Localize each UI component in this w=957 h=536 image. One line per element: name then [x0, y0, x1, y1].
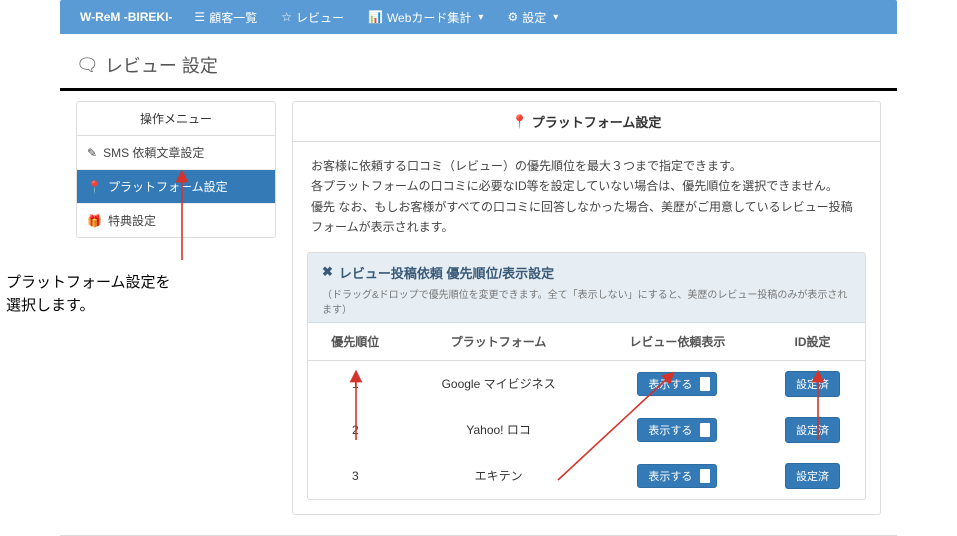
priority-table: 優先順位 プラットフォーム レビュー依頼表示 ID設定 1 Google マイビ… — [308, 323, 865, 499]
cell-order: 3 — [308, 453, 403, 499]
id-status-button[interactable]: 設定済 — [785, 417, 840, 443]
toggle-display[interactable]: 表示する — [637, 418, 717, 442]
gear-icon: ⚙ — [507, 10, 518, 24]
annotation-text: プラットフォーム設定を 選択します。 — [6, 272, 171, 317]
sidebar-item-benefit[interactable]: 🎁 特典設定 — [77, 204, 275, 237]
tools-icon: ✖ — [322, 264, 333, 280]
sidebar-item-label: 特典設定 — [108, 212, 156, 229]
table-row[interactable]: 1 Google マイビジネス 表示する 設定済 — [308, 360, 865, 407]
toggle-label: 表示する — [648, 468, 692, 484]
star-icon: ☆ — [281, 10, 292, 24]
table-row[interactable]: 2 Yahoo! ロコ 表示する 設定済 — [308, 407, 865, 453]
sidebar: 操作メニュー ✎ SMS 依頼文章設定 📍 プラットフォーム設定 🎁 特典設定 — [76, 101, 276, 238]
brand: W-ReM -BIREKI- — [70, 10, 182, 24]
id-status-button[interactable]: 設定済 — [785, 371, 840, 397]
priority-panel-title: レビュー投稿依頼 優先順位/表示設定 — [339, 263, 554, 282]
cell-platform: エキテン — [403, 453, 595, 499]
priority-panel: ✖ レビュー投稿依頼 優先順位/表示設定 （ドラッグ&ドロップで優先順位を変更で… — [307, 252, 866, 500]
nav-customers[interactable]: ☰ 顧客一覧 — [182, 9, 269, 26]
pin-icon: 📍 — [87, 180, 102, 194]
nav-label: 顧客一覧 — [209, 9, 257, 26]
toggle-knob — [700, 377, 710, 391]
priority-panel-note: （ドラッグ&ドロップで優先順位を変更できます。全て「表示しない」にすると、美歴の… — [322, 286, 851, 316]
cell-order: 2 — [308, 407, 403, 453]
col-platform: プラットフォーム — [403, 323, 595, 361]
pencil-icon: ✎ — [87, 146, 97, 160]
col-display: レビュー依頼表示 — [595, 323, 760, 361]
col-order: 優先順位 — [308, 323, 403, 361]
cell-order: 1 — [308, 360, 403, 407]
sidebar-item-label: SMS 依頼文章設定 — [103, 144, 204, 161]
speech-icon: 🗨 — [76, 55, 99, 76]
nav-label: Webカード集計 — [387, 9, 471, 26]
cell-platform: Google マイビジネス — [403, 360, 595, 407]
sidebar-item-sms[interactable]: ✎ SMS 依頼文章設定 — [77, 136, 275, 170]
nav-settings[interactable]: ⚙ 設定 — [495, 9, 570, 26]
nav-review[interactable]: ☆ レビュー — [269, 9, 356, 26]
chart-icon: 📊 — [368, 10, 383, 24]
navbar: W-ReM -BIREKI- ☰ 顧客一覧 ☆ レビュー 📊 Webカード集計 … — [60, 0, 897, 34]
pin-icon: 📍 — [512, 114, 528, 130]
cell-platform: Yahoo! ロコ — [403, 407, 595, 453]
desc-line: お客様に依頼する口コミ（レビュー）の優先順位を最大３つまで指定できます。 — [311, 156, 862, 176]
page: 🗨 レビュー 設定 操作メニュー ✎ SMS 依頼文章設定 📍 プラットフォーム… — [60, 34, 897, 536]
page-title: レビュー 設定 — [105, 52, 218, 78]
toggle-label: 表示する — [648, 422, 692, 438]
toggle-knob — [700, 423, 710, 437]
priority-panel-header: ✖ レビュー投稿依頼 優先順位/表示設定 （ドラッグ&ドロップで優先順位を変更で… — [308, 253, 865, 323]
table-header-row: 優先順位 プラットフォーム レビュー依頼表示 ID設定 — [308, 323, 865, 361]
page-header: 🗨 レビュー 設定 — [60, 34, 897, 91]
desc-line: 各プラットフォームの口コミに必要なID等を設定していない場合は、優先順位を選択で… — [311, 176, 862, 196]
col-id: ID設定 — [760, 323, 865, 361]
sidebar-title: 操作メニュー — [77, 102, 275, 136]
sidebar-item-label: プラットフォーム設定 — [108, 178, 228, 195]
toggle-knob — [700, 469, 710, 483]
main-title: 📍 プラットフォーム設定 — [293, 102, 880, 142]
id-status-button[interactable]: 設定済 — [785, 463, 840, 489]
main-description: お客様に依頼する口コミ（レビュー）の優先順位を最大３つまで指定できます。 各プラ… — [293, 142, 880, 252]
gift-icon: 🎁 — [87, 214, 102, 228]
table-row[interactable]: 3 エキテン 表示する 設定済 — [308, 453, 865, 499]
sidebar-item-platform[interactable]: 📍 プラットフォーム設定 — [77, 170, 275, 204]
main-title-text: プラットフォーム設定 — [532, 112, 662, 131]
desc-line: 優先 なお、もしお客様がすべての口コミに回答しなかった場合、美歴がご用意している… — [311, 197, 862, 238]
nav-webcard[interactable]: 📊 Webカード集計 — [356, 9, 495, 26]
list-icon: ☰ — [194, 10, 205, 24]
nav-label: 設定 — [522, 9, 546, 26]
nav-label: レビュー — [296, 9, 344, 26]
main-panel: 📍 プラットフォーム設定 お客様に依頼する口コミ（レビュー）の優先順位を最大３つ… — [292, 101, 881, 515]
toggle-display[interactable]: 表示する — [637, 372, 717, 396]
toggle-display[interactable]: 表示する — [637, 464, 717, 488]
toggle-label: 表示する — [648, 376, 692, 392]
